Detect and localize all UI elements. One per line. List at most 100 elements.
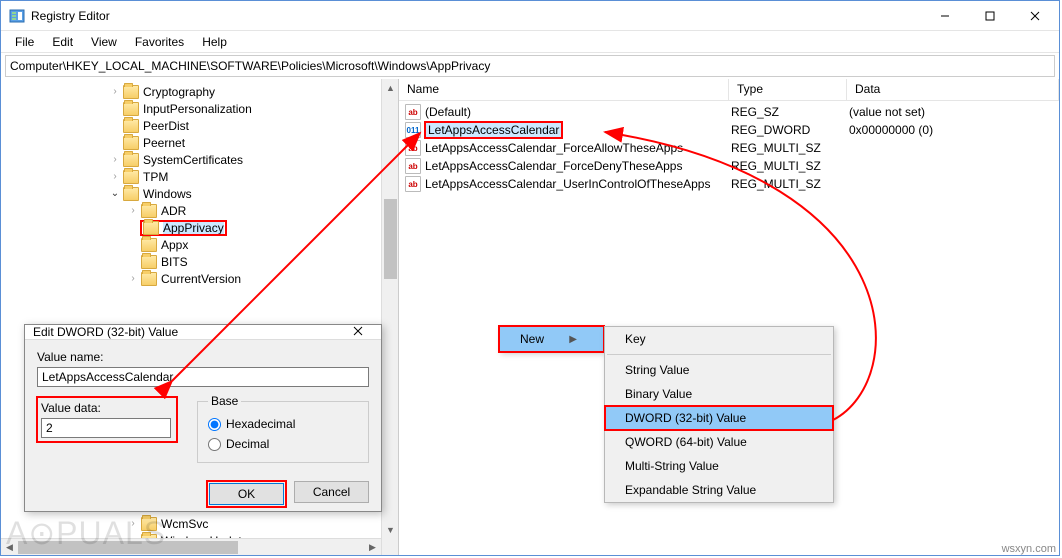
value-type: REG_DWORD	[731, 123, 849, 137]
menu-separator	[607, 354, 831, 355]
tree-item[interactable]: InputPersonalization	[1, 100, 398, 117]
menu-edit[interactable]: Edit	[44, 33, 81, 51]
string-value-icon: ab	[405, 158, 421, 174]
scroll-thumb[interactable]	[384, 199, 397, 279]
context-submenu-new[interactable]: Key String ValueBinary ValueDWORD (32-bit…	[604, 326, 834, 503]
tree-item-label: ADR	[161, 204, 186, 218]
folder-icon	[141, 204, 157, 218]
context-item-new[interactable]: New ▶	[500, 327, 603, 351]
list-header: Name Type Data	[399, 79, 1059, 101]
ok-button[interactable]: OK	[209, 483, 284, 505]
value-type: REG_SZ	[731, 105, 849, 119]
tree-item-label: SystemCertificates	[143, 153, 243, 167]
menu-file[interactable]: File	[7, 33, 42, 51]
tree-item[interactable]: AppPrivacy	[1, 219, 398, 236]
col-name[interactable]: Name	[399, 79, 729, 100]
tree-item[interactable]: ›Cryptography	[1, 83, 398, 100]
tree-item-label: CurrentVersion	[161, 272, 241, 286]
tree-item[interactable]: › CurrentVersion	[1, 270, 398, 287]
value-data-label: Value data:	[41, 401, 173, 415]
dialog-close-button[interactable]	[343, 325, 373, 339]
tree-item[interactable]: PeerDist	[1, 117, 398, 134]
close-button[interactable]	[1012, 2, 1057, 30]
context-item[interactable]: String Value	[605, 358, 833, 382]
value-row[interactable]: abLetAppsAccessCalendar_UserInControlOfT…	[399, 175, 1059, 193]
radio-hex[interactable]	[208, 418, 221, 431]
context-item[interactable]: Key	[605, 327, 833, 351]
submenu-arrow-icon: ▶	[569, 334, 577, 345]
tree-item[interactable]: BITS	[1, 253, 398, 270]
tree-item[interactable]: › ADR	[1, 202, 398, 219]
tree-item[interactable]: Peernet	[1, 134, 398, 151]
col-type[interactable]: Type	[729, 79, 847, 100]
tree-item-label: AppPrivacy	[163, 221, 224, 235]
binary-value-icon: 011	[405, 122, 421, 138]
tree-item[interactable]: ⌄ Windows	[1, 185, 398, 202]
expand-icon[interactable]: ⌄	[109, 188, 121, 199]
base-legend: Base	[208, 394, 241, 408]
cancel-button[interactable]: Cancel	[294, 481, 369, 503]
menu-help[interactable]: Help	[194, 33, 235, 51]
value-name-input[interactable]	[37, 367, 369, 387]
context-item[interactable]: Multi-String Value	[605, 454, 833, 478]
tree-item[interactable]: › SystemCertificates	[1, 151, 398, 168]
value-data: 0x00000000 (0)	[849, 123, 1059, 137]
value-row[interactable]: ab(Default)REG_SZ(value not set)	[399, 103, 1059, 121]
value-name: LetAppsAccessCalendar	[425, 123, 731, 137]
tree-item[interactable]: › TPM	[1, 168, 398, 185]
value-type: REG_MULTI_SZ	[731, 159, 849, 173]
col-data[interactable]: Data	[847, 79, 1059, 100]
tree-item-label: Windows	[143, 187, 192, 201]
folder-icon	[123, 153, 139, 167]
menubar: File Edit View Favorites Help	[1, 31, 1059, 53]
tree-item-label: Appx	[161, 238, 188, 252]
folder-icon	[123, 102, 139, 116]
tree-vscroll[interactable]: ▲ ▼	[381, 79, 398, 555]
edit-dword-dialog: Edit DWORD (32-bit) Value Value name: Va…	[24, 324, 382, 512]
corner-credit: wsxyn.com	[1002, 543, 1056, 555]
folder-icon	[123, 136, 139, 150]
dialog-title: Edit DWORD (32-bit) Value	[33, 325, 343, 339]
context-item[interactable]: QWORD (64-bit) Value	[605, 430, 833, 454]
tree-item[interactable]: Appx	[1, 236, 398, 253]
tree-item-label: PeerDist	[143, 119, 189, 133]
tree-item-label: TPM	[143, 170, 168, 184]
expand-icon[interactable]: ›	[127, 273, 139, 284]
radio-dec[interactable]	[208, 438, 221, 451]
value-row[interactable]: abLetAppsAccessCalendar_ForceAllowTheseA…	[399, 139, 1059, 157]
scroll-up-icon[interactable]: ▲	[382, 79, 399, 96]
tree-item-label: InputPersonalization	[143, 102, 252, 116]
value-row[interactable]: 011 LetAppsAccessCalendarREG_DWORD0x00000…	[399, 121, 1059, 139]
folder-icon	[141, 272, 157, 286]
expand-icon[interactable]: ›	[127, 205, 139, 216]
watermark: A⊙PUALS	[6, 514, 166, 552]
expand-icon[interactable]: ›	[109, 86, 121, 97]
menu-view[interactable]: View	[83, 33, 125, 51]
context-menu-new[interactable]: New ▶	[499, 326, 604, 352]
scroll-right-icon[interactable]: ▶	[364, 539, 381, 555]
tree-item-label: WcmSvc	[161, 517, 208, 531]
minimize-button[interactable]	[922, 2, 967, 30]
regedit-icon	[9, 8, 25, 24]
address-bar[interactable]: Computer\HKEY_LOCAL_MACHINE\SOFTWARE\Pol…	[5, 55, 1055, 77]
values-list[interactable]: ab(Default)REG_SZ(value not set)011 LetAp…	[399, 101, 1059, 195]
context-item[interactable]: Binary Value	[605, 382, 833, 406]
value-name: LetAppsAccessCalendar_UserInControlOfThe…	[425, 177, 731, 191]
string-value-icon: ab	[405, 140, 421, 156]
expand-icon[interactable]: ›	[109, 154, 121, 165]
value-name: LetAppsAccessCalendar_ForceDenyTheseApps	[425, 159, 731, 173]
menu-favorites[interactable]: Favorites	[127, 33, 192, 51]
value-row[interactable]: ab LetAppsAccessCalendar_ForceDenyTheseAp…	[399, 157, 1059, 175]
folder-icon	[123, 170, 139, 184]
expand-icon[interactable]: ›	[109, 171, 121, 182]
value-name-label: Value name:	[37, 350, 369, 364]
context-item[interactable]: Expandable String Value	[605, 478, 833, 502]
scroll-down-icon[interactable]: ▼	[382, 521, 399, 538]
value-type: REG_MULTI_SZ	[731, 141, 849, 155]
radio-hex-row[interactable]: Hexadecimal	[208, 414, 358, 434]
value-data-input[interactable]	[41, 418, 171, 438]
maximize-button[interactable]	[967, 2, 1012, 30]
radio-dec-row[interactable]: Decimal	[208, 434, 358, 454]
context-item[interactable]: DWORD (32-bit) Value	[605, 406, 833, 430]
dialog-titlebar: Edit DWORD (32-bit) Value	[25, 325, 381, 340]
